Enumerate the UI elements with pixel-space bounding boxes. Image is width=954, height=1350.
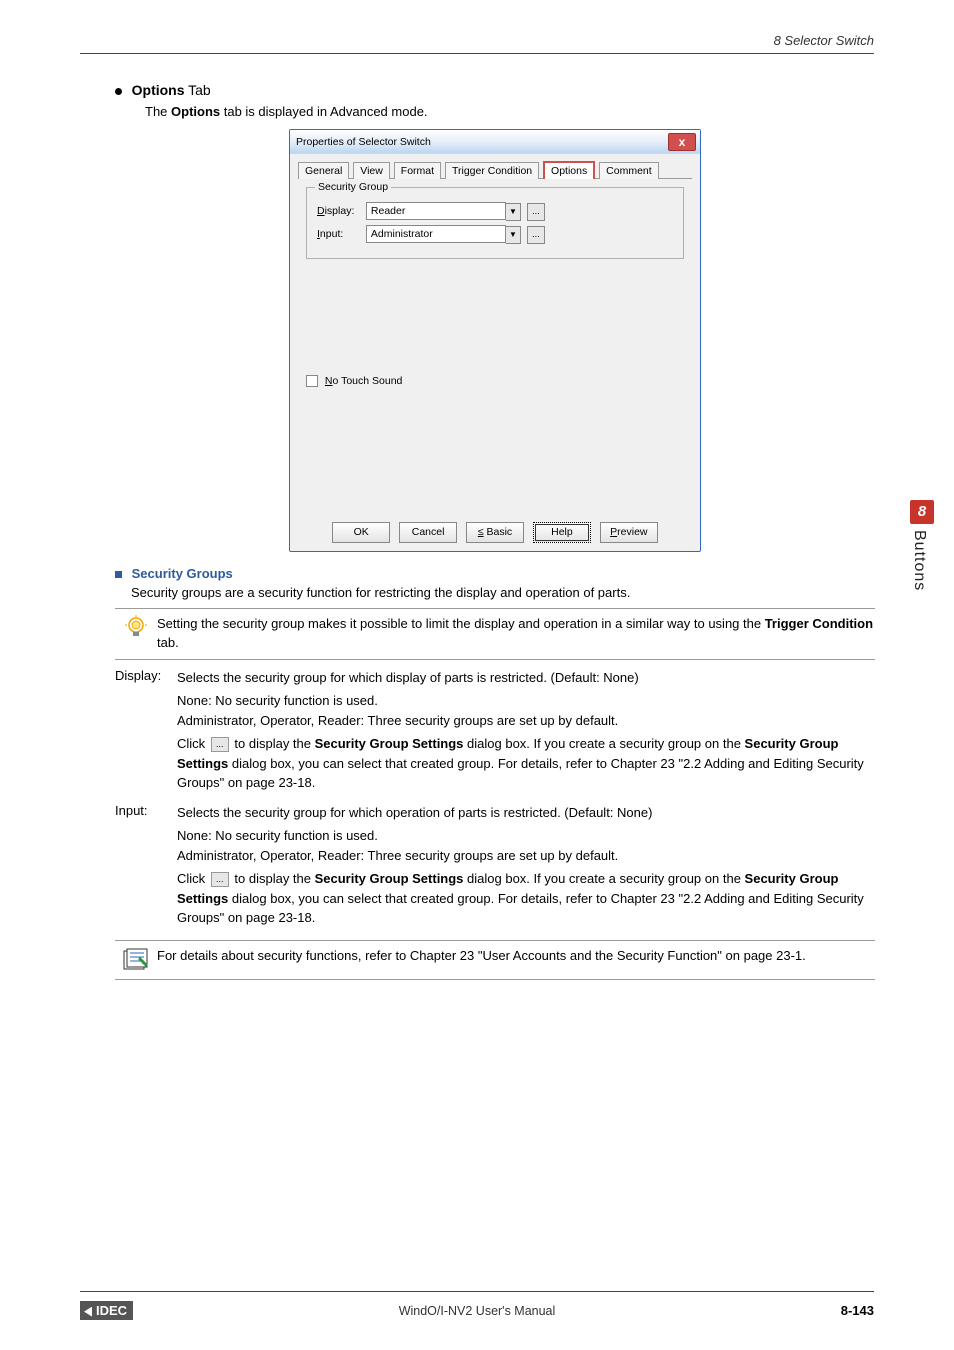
tab-general[interactable]: General	[298, 162, 349, 179]
side-number: 8	[910, 500, 934, 524]
footer-center: WindO/I-NV2 User's Manual	[0, 1304, 954, 1318]
i3-mid1: to display the	[231, 871, 315, 886]
display-select[interactable]: Reader	[366, 202, 506, 220]
no-touch-row[interactable]: No Touch Sound	[306, 375, 684, 387]
blue-square-icon	[115, 571, 122, 578]
i3-mid2: dialog box. If you create a security gro…	[463, 871, 744, 886]
input-p2a: None: No security function is used.	[177, 826, 875, 846]
cancel-button[interactable]: Cancel	[399, 522, 457, 543]
input-field-text: Selects the security group for which ope…	[177, 803, 875, 932]
dialog: Properties of Selector Switch x General …	[289, 129, 701, 552]
note-text: For details about security functions, re…	[157, 947, 875, 973]
ok-button[interactable]: OK	[332, 522, 390, 543]
note-box: For details about security functions, re…	[115, 940, 875, 980]
security-heading: Security Groups	[115, 566, 875, 581]
i3-prefix: Click	[177, 871, 209, 886]
dialog-buttons: OK Cancel ≤ Basic Help Preview	[290, 516, 700, 551]
d3-mid1: to display the	[231, 736, 315, 751]
tip-bold: Trigger Condition	[765, 616, 873, 631]
display-browse-button[interactable]: ...	[527, 203, 545, 221]
i3-bold1: Security Group Settings	[315, 871, 464, 886]
rule-top	[80, 53, 874, 54]
dialog-tabs: General View Format Trigger Condition Op…	[298, 160, 692, 178]
display-p1: Selects the security group for which dis…	[177, 668, 875, 688]
d3-mid2: dialog box. If you create a security gro…	[463, 736, 744, 751]
intro-prefix: The	[145, 104, 171, 119]
basic-button[interactable]: ≤ Basic	[466, 522, 524, 543]
d3-prefix: Click	[177, 736, 209, 751]
ellipsis-button-icon[interactable]: ...	[211, 872, 229, 887]
chevron-down-icon[interactable]: ▼	[506, 203, 521, 221]
content: Options Tab The Options tab is displayed…	[115, 82, 875, 988]
input-p2b: Administrator, Operator, Reader: Three s…	[177, 846, 875, 866]
no-touch-label: No Touch Sound	[325, 375, 402, 387]
side-tab: 8 Buttons	[910, 500, 936, 591]
rule-bottom	[80, 1291, 874, 1292]
tab-trigger-condition[interactable]: Trigger Condition	[445, 162, 539, 179]
tab-format[interactable]: Format	[394, 162, 441, 179]
display-field: Display: Selects the security group for …	[115, 668, 875, 797]
options-title-rest: Tab	[188, 82, 211, 98]
tab-options[interactable]: Options	[543, 161, 595, 179]
tip-prefix: Setting the security group makes it poss…	[157, 616, 765, 631]
tip-suffix: tab.	[157, 635, 179, 650]
options-title-bold: Options	[132, 82, 185, 98]
input-p1: Selects the security group for which ope…	[177, 803, 875, 823]
dialog-panel: Security Group Display: Reader▼ ... Inpu…	[298, 178, 692, 510]
input-select[interactable]: Administrator	[366, 225, 506, 243]
dialog-title: Properties of Selector Switch	[296, 136, 431, 148]
display-field-text: Selects the security group for which dis…	[177, 668, 875, 797]
input-browse-button[interactable]: ...	[527, 226, 545, 244]
help-button[interactable]: Help	[533, 522, 591, 543]
d3-suffix: dialog box, you can select that created …	[177, 756, 864, 791]
close-icon[interactable]: x	[668, 133, 696, 151]
tab-view[interactable]: View	[353, 162, 390, 179]
note-icon	[115, 947, 157, 973]
options-intro: The Options tab is displayed in Advanced…	[145, 104, 875, 119]
preview-button[interactable]: Preview	[600, 522, 658, 543]
input-row: Input: Administrator▼ ...	[317, 225, 673, 244]
tip-box: Setting the security group makes it poss…	[115, 608, 875, 660]
dialog-wrap: Properties of Selector Switch x General …	[115, 129, 875, 552]
security-group-legend: Security Group	[315, 181, 391, 193]
options-heading: Options Tab	[115, 82, 875, 98]
display-field-label: Display:	[115, 668, 177, 797]
input-label: Input:	[317, 228, 363, 240]
no-touch-checkbox[interactable]	[306, 375, 318, 387]
display-p2a: None: No security function is used.	[177, 691, 875, 711]
dialog-titlebar[interactable]: Properties of Selector Switch x	[290, 130, 700, 154]
input-field: Input: Selects the security group for wh…	[115, 803, 875, 932]
display-row: Display: Reader▼ ...	[317, 202, 673, 221]
display-label: Display:	[317, 205, 363, 217]
tip-text: Setting the security group makes it poss…	[157, 615, 875, 653]
i3-suffix: dialog box, you can select that created …	[177, 891, 864, 926]
security-group-fieldset: Security Group Display: Reader▼ ... Inpu…	[306, 187, 684, 259]
footer-right: 8-143	[841, 1303, 874, 1318]
security-heading-text: Security Groups	[132, 566, 233, 581]
ellipsis-button-icon[interactable]: ...	[211, 737, 229, 752]
header-right: 8 Selector Switch	[774, 33, 874, 48]
security-intro: Security groups are a security function …	[131, 585, 875, 600]
intro-suffix: tab is displayed in Advanced mode.	[220, 104, 427, 119]
display-p3: Click ... to display the Security Group …	[177, 734, 875, 793]
input-field-label: Input:	[115, 803, 177, 932]
intro-bold: Options	[171, 104, 220, 119]
lightbulb-icon	[115, 615, 157, 653]
chevron-down-icon[interactable]: ▼	[506, 226, 521, 244]
display-p2b: Administrator, Operator, Reader: Three s…	[177, 711, 875, 731]
tab-comment[interactable]: Comment	[599, 162, 659, 179]
side-label: Buttons	[910, 530, 928, 591]
bullet-icon	[115, 88, 122, 95]
d3-bold1: Security Group Settings	[315, 736, 464, 751]
input-p3: Click ... to display the Security Group …	[177, 869, 875, 928]
